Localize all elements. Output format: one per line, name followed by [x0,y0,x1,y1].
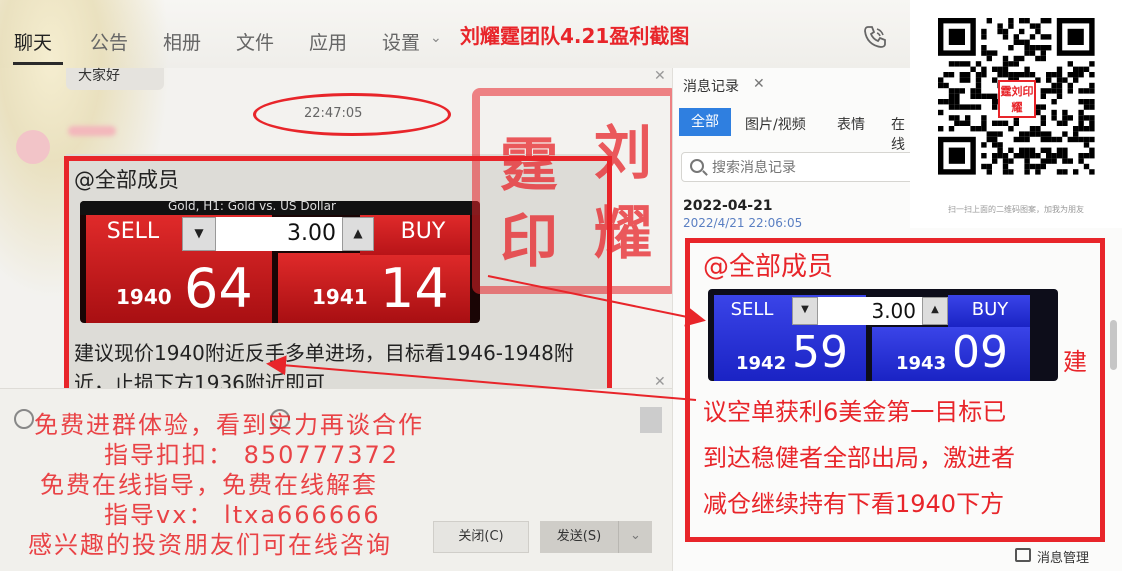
chevron-down-icon[interactable]: ⌄ [618,521,652,553]
message-management-link[interactable]: 消息管理 [1037,547,1089,566]
emoji-icon[interactable] [14,409,34,429]
buy-label: BUY [400,219,446,244]
previous-message-bubble: 大家好 [66,68,164,90]
stamp-char: 霆 [500,131,559,199]
tab-stickers[interactable]: 表情 [837,114,865,134]
sell-label: SELL [730,299,774,320]
annotation-line: 减仓继续持有下看1940下方 [703,490,1005,518]
overlay-title: 刘耀霆团队4.21盈利截图 [460,24,690,48]
stamp-char: 耀 [594,199,653,267]
phone-icon[interactable] [862,24,888,50]
sender-name-blurred [68,126,116,136]
mention-all-members[interactable]: @全部成员 [74,164,179,194]
history-timestamp: 2022/4/21 22:06:05 [683,216,803,230]
previous-message-text: 大家好 [78,68,120,84]
annotation-line: 到达稳健者全部出局，激进者 [703,444,1015,472]
tab-files[interactable]: 文件 [236,28,274,55]
stamp-char: 刘 [594,119,653,187]
tab-apps[interactable]: 应用 [309,28,347,55]
tab-images-videos[interactable]: 图片/视频 [745,114,806,134]
quantity-field[interactable]: 3.00 [818,297,922,325]
sell-label: SELL [106,219,160,244]
tab-announcements[interactable]: 公告 [90,28,128,55]
tab-online[interactable]: 在线 [891,114,911,154]
qty-down-icon[interactable]: ▼ [182,217,216,251]
annotation-line: 建 [1063,348,1087,376]
close-button[interactable]: 关闭(C) [433,521,529,553]
qr-caption: 扫一扫上面的二维码图案，加我为朋友 [948,205,1084,214]
sell-price-big: 64 [184,257,253,320]
search-icon [690,159,704,173]
sell-price-small: 1942 [736,353,787,374]
message-management-icon[interactable] [1015,548,1031,562]
highlight-oval [253,93,451,136]
chat-area: 大家好 ✕ 22:47:05 @全部成员 Gold, H1: Gold vs. … [0,68,678,396]
chevron-down-icon[interactable]: ⌄ [430,30,442,46]
stamp-char: 印 [500,207,559,275]
buy-price-big: 14 [380,257,449,320]
tab-album[interactable]: 相册 [163,28,201,55]
sell-price-big: 59 [792,327,848,378]
mention-all-members[interactable]: @全部成员 [703,246,833,283]
ad-line: 感兴趣的投资朋友们可在线咨询 [28,531,392,559]
trade-widget-gold: Gold, H1: Gold vs. US Dollar SELL BUY ▼ … [80,201,480,323]
tab-settings[interactable]: 设置 [382,28,420,55]
close-icon[interactable]: ✕ [753,76,765,92]
top-nav-bar: 聊天 公告 相册 文件 应用 设置 ⌄ 刘耀霆团队4.21盈利截图 [0,0,910,300]
buy-price-big: 09 [952,327,1008,378]
history-date: 2022-04-21 [683,198,773,214]
message-input-area[interactable]: 免费进群体验，看到实力再谈合作 指导扣扣： 850777372 免费在线指导，免… [0,388,672,571]
trade-widget-panel: SELL BUY ▼ 3.00 ▲ 1942 59 1943 09 [708,289,1058,381]
qty-up-icon[interactable]: ▲ [342,217,374,251]
annotation-line: 议空单获利6美金第一目标已 [703,398,1007,426]
close-icon[interactable]: ✕ [654,68,666,84]
qr-seal-logo: 霆刘印耀 [998,80,1036,118]
send-button[interactable]: 发送(S) [540,521,618,553]
qr-code-panel: 霆刘印耀 扫一扫上面的二维码图案，加我为朋友 [910,0,1122,228]
panel-title: 消息记录 [683,79,739,95]
buy-label: BUY [971,299,1009,320]
qty-down-icon[interactable]: ▼ [792,297,818,325]
buy-price-small: 1943 [896,353,947,374]
search-box[interactable] [681,152,921,182]
active-tab-indicator [13,62,63,65]
tab-all[interactable]: 全部 [679,108,731,136]
avatar[interactable] [16,130,50,164]
sell-price-small: 1940 [116,285,172,309]
scrollbar[interactable] [1110,320,1117,370]
search-input[interactable] [712,157,912,177]
qty-up-icon[interactable]: ▲ [922,297,948,325]
widget-header: Gold, H1: Gold vs. US Dollar [80,201,480,215]
tab-chat[interactable]: 聊天 [14,28,52,55]
buy-price-small: 1941 [312,285,368,309]
image-icon[interactable] [640,407,662,433]
quantity-field[interactable]: 3.00 [216,217,342,251]
